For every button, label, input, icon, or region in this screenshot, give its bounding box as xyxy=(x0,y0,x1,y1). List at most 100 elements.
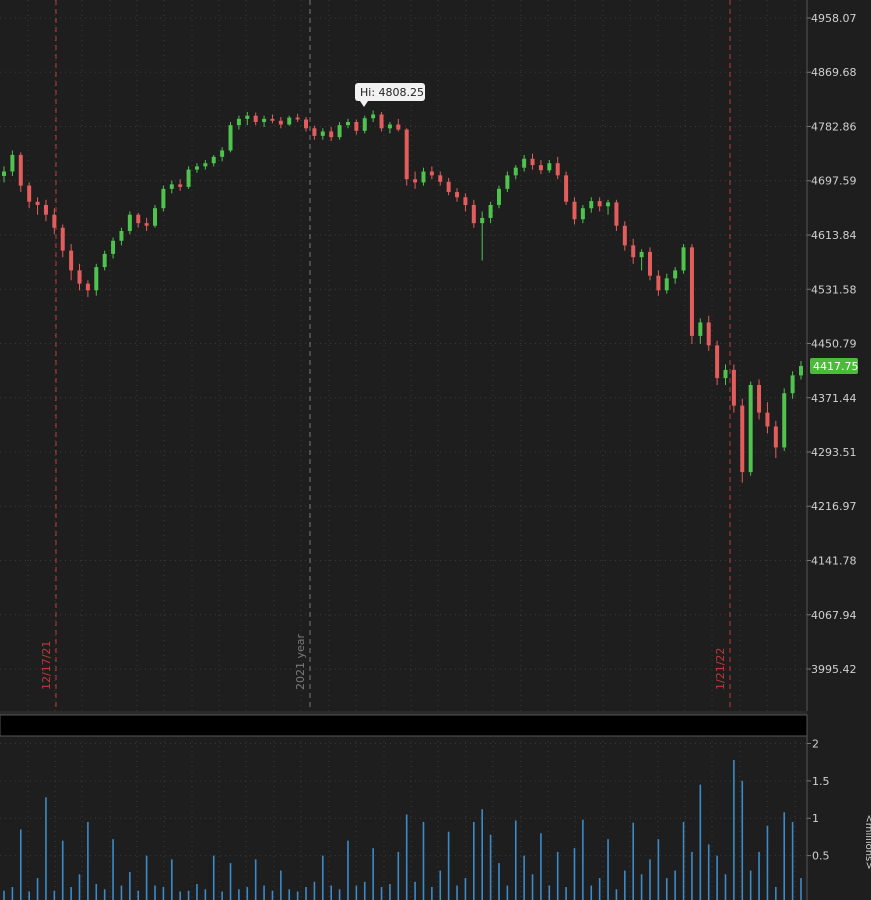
volume-panel[interactable]: 2 1.5 1 0.5 <millions> xyxy=(0,736,871,900)
candle[interactable] xyxy=(203,160,208,170)
candle[interactable] xyxy=(77,263,82,291)
candle[interactable] xyxy=(614,199,619,231)
candle[interactable] xyxy=(161,185,166,212)
candle[interactable] xyxy=(354,119,359,135)
candle[interactable] xyxy=(522,154,527,172)
candle[interactable] xyxy=(488,201,493,224)
price-axis[interactable]: 4958.07 4869.68 4782.86 4697.59 4613.84 4531.… xyxy=(806,0,857,711)
candle[interactable] xyxy=(773,420,778,458)
candle[interactable] xyxy=(463,193,468,212)
candle[interactable] xyxy=(765,402,770,434)
candle[interactable] xyxy=(60,224,65,258)
candle[interactable] xyxy=(513,165,518,180)
candle[interactable] xyxy=(27,182,32,209)
candle[interactable] xyxy=(245,111,250,126)
candle[interactable] xyxy=(471,199,476,228)
candle[interactable] xyxy=(664,273,669,294)
candle[interactable] xyxy=(320,128,325,140)
candle[interactable] xyxy=(362,115,367,134)
candle[interactable] xyxy=(438,171,443,186)
panel-separator[interactable] xyxy=(0,711,808,737)
candle[interactable] xyxy=(94,263,99,296)
candle[interactable] xyxy=(689,244,694,345)
candle[interactable] xyxy=(220,147,225,162)
candle[interactable] xyxy=(312,125,317,140)
candle[interactable] xyxy=(530,153,535,170)
candle[interactable] xyxy=(480,211,485,261)
candle[interactable] xyxy=(429,166,434,180)
candles[interactable] xyxy=(2,110,803,483)
candle[interactable] xyxy=(555,156,560,180)
candle[interactable] xyxy=(706,315,711,351)
candle[interactable] xyxy=(698,318,703,345)
candle[interactable] xyxy=(639,249,644,271)
candle[interactable] xyxy=(10,150,15,176)
candle[interactable] xyxy=(631,238,636,264)
candle[interactable] xyxy=(211,154,216,167)
candle[interactable] xyxy=(345,118,350,129)
candle[interactable] xyxy=(404,128,409,186)
candle[interactable] xyxy=(790,371,795,399)
candle[interactable] xyxy=(622,221,627,251)
candle[interactable] xyxy=(228,122,233,153)
candle[interactable] xyxy=(413,171,418,189)
candle[interactable] xyxy=(304,116,309,132)
candle[interactable] xyxy=(496,185,501,209)
candle[interactable] xyxy=(236,115,241,130)
candle[interactable] xyxy=(681,244,686,274)
candle[interactable] xyxy=(572,197,577,225)
candle[interactable] xyxy=(723,364,728,385)
candle[interactable] xyxy=(421,167,426,186)
candle[interactable] xyxy=(329,127,334,141)
candle[interactable] xyxy=(127,211,132,235)
candle[interactable] xyxy=(740,398,745,483)
candle[interactable] xyxy=(253,112,258,126)
candle[interactable] xyxy=(564,171,569,205)
candle[interactable] xyxy=(673,267,678,284)
candle[interactable] xyxy=(2,166,6,183)
candle[interactable] xyxy=(194,163,199,173)
candle[interactable] xyxy=(387,122,392,134)
candle[interactable] xyxy=(144,217,149,231)
chart-window[interactable]: 12/17/21 2021 year 1/21/22 4958.07 4869.68 4… xyxy=(0,0,871,900)
candle[interactable] xyxy=(85,280,90,297)
candle[interactable] xyxy=(295,113,300,123)
candle[interactable] xyxy=(153,204,158,228)
candle[interactable] xyxy=(748,381,753,476)
candle[interactable] xyxy=(379,111,384,132)
candle[interactable] xyxy=(43,199,48,222)
candle[interactable] xyxy=(589,197,594,213)
candle[interactable] xyxy=(647,247,652,281)
candle[interactable] xyxy=(580,204,585,224)
candle[interactable] xyxy=(656,270,661,296)
candle[interactable] xyxy=(715,340,720,385)
separator-bar[interactable] xyxy=(0,714,808,737)
candle[interactable] xyxy=(782,388,787,451)
candle[interactable] xyxy=(52,208,57,235)
candle[interactable] xyxy=(455,188,460,202)
candle[interactable] xyxy=(102,250,107,271)
candle[interactable] xyxy=(69,244,74,281)
candle[interactable] xyxy=(287,115,292,126)
candle[interactable] xyxy=(757,379,762,420)
price-panel[interactable]: 12/17/21 2021 year 1/21/22 xyxy=(0,0,807,711)
candle[interactable] xyxy=(262,115,267,128)
candle[interactable] xyxy=(396,118,401,132)
candle[interactable] xyxy=(505,171,510,193)
candle[interactable] xyxy=(799,361,803,380)
candle[interactable] xyxy=(186,166,191,189)
candle[interactable] xyxy=(178,179,183,191)
chart-canvas[interactable]: 12/17/21 2021 year 1/21/22 4958.074869.684… xyxy=(0,0,871,900)
candle[interactable] xyxy=(371,110,376,123)
candle[interactable] xyxy=(597,197,602,212)
candle[interactable] xyxy=(337,122,342,140)
candle[interactable] xyxy=(278,116,283,129)
candle[interactable] xyxy=(606,199,611,215)
candle[interactable] xyxy=(111,237,116,259)
candle[interactable] xyxy=(169,180,174,194)
candle[interactable] xyxy=(35,197,40,215)
candle[interactable] xyxy=(18,152,23,193)
candle[interactable] xyxy=(119,227,124,246)
candle[interactable] xyxy=(731,364,736,413)
candle[interactable] xyxy=(538,160,543,175)
